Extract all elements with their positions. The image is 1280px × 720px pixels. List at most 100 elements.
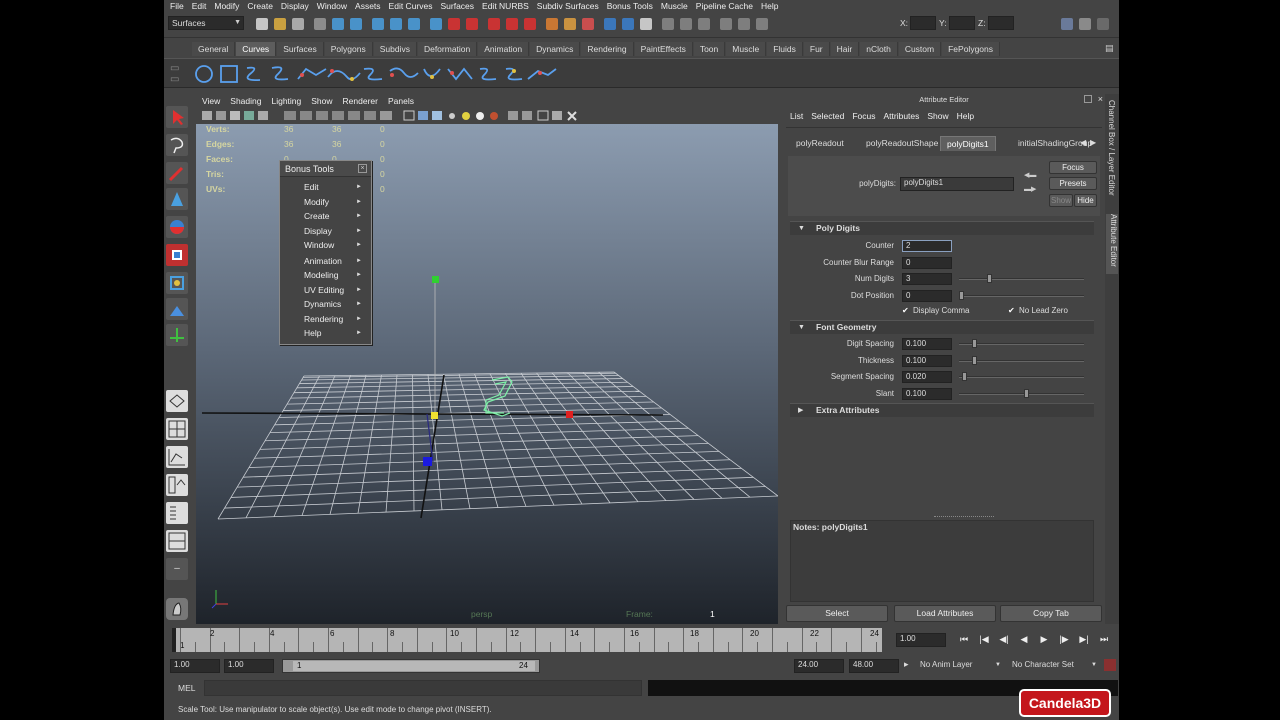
- attr-field-digit-spacing[interactable]: 0.100: [902, 338, 952, 350]
- ae-tab-polyreadout[interactable]: polyReadout: [790, 136, 850, 151]
- menu-surfaces[interactable]: Surfaces: [440, 0, 474, 13]
- bonus-menu-uv-editing[interactable]: UV Editing ►: [288, 284, 366, 297]
- attr-slider[interactable]: [959, 355, 1084, 365]
- snap-point-icon[interactable]: [564, 18, 576, 30]
- anim-layer-select[interactable]: No Anim Layer ▼: [916, 659, 1004, 673]
- menu-display[interactable]: Display: [281, 0, 309, 13]
- universal-manip-icon[interactable]: [166, 272, 188, 294]
- anim-start-field[interactable]: 1.00: [170, 659, 220, 673]
- lasso-tool-icon[interactable]: [166, 134, 188, 156]
- splitter-handle[interactable]: [934, 516, 994, 518]
- ae-menu-show[interactable]: Show: [927, 109, 948, 123]
- construction-history-icon[interactable]: [738, 18, 750, 30]
- tool-settings-toggle-icon[interactable]: [1079, 18, 1091, 30]
- viewport-menu-panels[interactable]: Panels: [388, 95, 414, 108]
- attr-slider[interactable]: [959, 372, 1084, 382]
- x-field[interactable]: [910, 16, 936, 30]
- save-scene-icon[interactable]: [292, 18, 304, 30]
- tab-scroll-right-icon[interactable]: ▶: [1090, 138, 1096, 147]
- scale-tool-icon[interactable]: [166, 244, 188, 266]
- shelf-tab-muscle[interactable]: Muscle: [726, 42, 767, 56]
- slider-handle[interactable]: [959, 290, 964, 300]
- notes-area[interactable]: Notes: polyDigits1: [790, 520, 1094, 602]
- layout-menu-icon[interactable]: ‒: [166, 558, 188, 580]
- slider-handle[interactable]: [971, 355, 977, 365]
- shelf-settings-icon[interactable]: ▤: [1105, 43, 1114, 54]
- slider-handle[interactable]: [1024, 389, 1029, 399]
- select-curves-icon[interactable]: [372, 18, 384, 30]
- select-misc-icon[interactable]: [466, 18, 478, 30]
- snap-curve-icon[interactable]: [546, 18, 558, 30]
- presets-button[interactable]: Presets: [1049, 177, 1097, 190]
- menu-muscle[interactable]: Muscle: [661, 0, 688, 13]
- ipr-render-icon[interactable]: [662, 18, 674, 30]
- menu-help[interactable]: Help: [761, 0, 778, 13]
- show-manipulator-icon[interactable]: [166, 324, 188, 346]
- ae-menu-attributes[interactable]: Attributes: [883, 109, 919, 123]
- bonus-menu-create[interactable]: Create ►: [288, 210, 366, 223]
- close-icon[interactable]: ×: [358, 164, 367, 173]
- play-forwards-icon[interactable]: ▶: [1037, 632, 1051, 646]
- command-input[interactable]: [204, 680, 642, 696]
- viewport-menu-view[interactable]: View: [202, 95, 220, 108]
- shelf-tab-animation[interactable]: Animation: [478, 42, 530, 56]
- focus-button[interactable]: Focus: [1049, 161, 1097, 174]
- bonus-menu-rendering[interactable]: Rendering ►: [288, 313, 366, 326]
- menu-edit-nurbs[interactable]: Edit NURBS: [482, 0, 529, 13]
- move-tool-icon[interactable]: [166, 188, 188, 210]
- new-scene-icon[interactable]: [256, 18, 268, 30]
- shelf-tab-curves[interactable]: Curves: [236, 42, 277, 56]
- shelf-tab-ncloth[interactable]: nCloth: [860, 42, 898, 56]
- menu-window[interactable]: Window: [317, 0, 347, 13]
- poly-digits-section[interactable]: ▼ Poly Digits: [790, 221, 1094, 235]
- menu-pipeline-cache[interactable]: Pipeline Cache: [696, 0, 753, 13]
- shelf-tab-toon[interactable]: Toon: [693, 42, 726, 56]
- anim-end-field[interactable]: 48.00: [849, 659, 899, 673]
- bonus-menu-dynamics[interactable]: Dynamics ►: [288, 298, 366, 311]
- menu-file[interactable]: File: [170, 0, 184, 13]
- input-ops-icon[interactable]: [698, 18, 710, 30]
- step-forward-frame-icon[interactable]: |▶: [1057, 632, 1071, 646]
- step-forward-key-icon[interactable]: ▶|: [1077, 632, 1091, 646]
- lock-selection-icon[interactable]: [488, 18, 500, 30]
- ae-menu-selected[interactable]: Selected: [811, 109, 844, 123]
- slider-handle[interactable]: [986, 274, 992, 283]
- slider-handle[interactable]: [961, 372, 967, 382]
- select-tool-icon[interactable]: [166, 106, 188, 128]
- select-joints-icon[interactable]: [350, 18, 362, 30]
- shelf-menu-icon[interactable]: ▭ ▭: [170, 63, 184, 85]
- bonus-menu-modify[interactable]: Modify ►: [288, 196, 366, 209]
- select-surfaces-icon[interactable]: [390, 18, 402, 30]
- current-time-marker[interactable]: [172, 628, 176, 652]
- paint-select-tool-icon[interactable]: [166, 162, 188, 184]
- menu-create[interactable]: Create: [247, 0, 273, 13]
- select-rendering-icon[interactable]: [448, 18, 460, 30]
- shelf-tab-custom[interactable]: Custom: [898, 42, 942, 56]
- bonus-menu-edit[interactable]: Edit ►: [288, 181, 366, 194]
- viewport-menu-shading[interactable]: Shading: [230, 95, 261, 108]
- viewport-menu-lighting[interactable]: Lighting: [271, 95, 301, 108]
- checkbox-no-lead-zero[interactable]: ✔ No Lead Zero: [1008, 306, 1068, 315]
- shelf-tab-polygons[interactable]: Polygons: [324, 42, 373, 56]
- attr-slider[interactable]: [959, 339, 1084, 348]
- menu-edit[interactable]: Edit: [192, 0, 207, 13]
- make-live-icon[interactable]: [604, 18, 616, 30]
- output-connection-icon[interactable]: ▬▶: [1024, 185, 1036, 193]
- shelf-tab-general[interactable]: General: [192, 42, 236, 56]
- node-name-field[interactable]: polyDigits1: [900, 177, 1014, 191]
- time-slider[interactable]: 1 2 4 6 8 10 12 14 16 18 20 22 24: [172, 628, 882, 652]
- y-field[interactable]: [949, 16, 975, 30]
- current-frame-field[interactable]: 1.00: [896, 633, 946, 647]
- hide-button[interactable]: Hide: [1074, 194, 1097, 207]
- attr-field-counter-blur-range[interactable]: 0: [902, 256, 952, 269]
- ae-tab-polydigits1[interactable]: polyDigits1: [940, 136, 996, 151]
- bonus-menu-window[interactable]: Window ►: [288, 239, 366, 252]
- attr-field-thickness[interactable]: 0.100: [902, 354, 952, 367]
- snap-grid-icon[interactable]: [524, 18, 536, 30]
- menu-subdiv-surfaces[interactable]: Subdiv Surfaces: [537, 0, 599, 13]
- input-connection-icon[interactable]: ◀▬: [1024, 171, 1036, 179]
- attr-slider[interactable]: [959, 290, 1084, 300]
- channel-box-side-tab[interactable]: Channel Box / Layer Editor: [1107, 100, 1116, 200]
- shelf-tab-hair[interactable]: Hair: [830, 42, 860, 56]
- z-field[interactable]: [988, 16, 1014, 30]
